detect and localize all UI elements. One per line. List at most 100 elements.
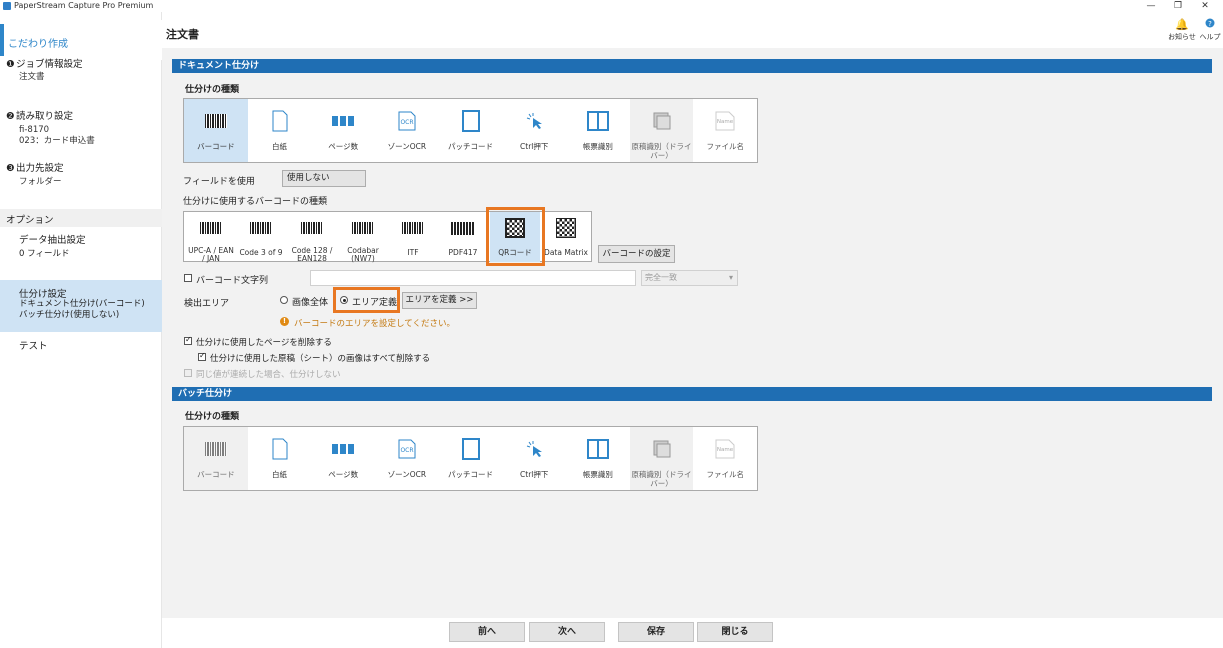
patch-code-icon xyxy=(461,108,480,134)
barcode-code128[interactable]: Code 128 / EAN128 xyxy=(286,212,338,263)
no-sort-same-checkbox[interactable] xyxy=(184,369,192,377)
barcode-string-input[interactable] xyxy=(310,270,636,286)
notify-label: お知らせ xyxy=(1168,33,1196,41)
type-label: 白紙 xyxy=(272,470,287,479)
type-label: ファイル名 xyxy=(706,142,744,151)
close-window-button[interactable]: ✕ xyxy=(1195,0,1215,12)
document-driver-icon xyxy=(653,108,671,134)
doc-sort-type-selector: バーコード 白紙 ページ数 OCR ゾーンOCR パッチコード Ctrl押下 帳票… xyxy=(183,98,758,163)
step-number: ❷ xyxy=(6,111,15,122)
close-button[interactable]: 閉じる xyxy=(697,622,773,642)
type-form-recognition[interactable]: 帳票識別 xyxy=(566,99,630,162)
barcode-type-heading: 仕分けに使用するバーコードの種類 xyxy=(183,197,328,207)
minimize-button[interactable]: — xyxy=(1141,0,1161,12)
doc-sort-type-heading: 仕分けの種類 xyxy=(185,85,240,95)
batch-type-form-recognition[interactable]: 帳票識別 xyxy=(566,427,630,490)
delete-page-checkbox[interactable] xyxy=(184,335,192,345)
type-zone-ocr[interactable]: OCR ゾーンOCR xyxy=(375,99,439,162)
page-count-icon xyxy=(332,108,355,134)
barcode-icon xyxy=(338,222,388,234)
type-label: パッチコード xyxy=(448,470,494,479)
batch-type-ctrl-press[interactable]: Ctrl押下 xyxy=(502,427,566,490)
pdf417-icon xyxy=(438,222,488,235)
sidebar: こだわり作成 ❶ジョブ情報設定 注文書 ❷読み取り設定 fi-8170 023：… xyxy=(0,12,162,648)
type-ctrl-press[interactable]: Ctrl押下 xyxy=(502,99,566,162)
type-label: ページ数 xyxy=(328,470,359,479)
page-title: 注文書 xyxy=(166,28,199,41)
sidebar-sub-text: 0 フィールド xyxy=(19,249,70,259)
barcode-datamatrix[interactable]: Data Matrix xyxy=(540,212,592,262)
batch-type-barcode[interactable]: バーコード xyxy=(184,427,248,490)
sidebar-item-data-extract[interactable]: データ抽出設定 xyxy=(19,235,86,247)
type-file-name[interactable]: Name ファイル名 xyxy=(693,99,757,162)
cursor-click-icon xyxy=(525,108,543,134)
barcode-icon xyxy=(186,222,236,234)
form-icon xyxy=(586,108,609,134)
batch-type-zone-ocr[interactable]: OCR ゾーンOCR xyxy=(375,427,439,490)
barcode-upc[interactable]: UPC-A / EAN / JAN xyxy=(186,212,236,263)
type-barcode[interactable]: バーコード xyxy=(184,99,248,162)
barcode-icon xyxy=(204,108,227,134)
sidebar-sub-text: 注文書 xyxy=(19,72,45,82)
svg-text:OCR: OCR xyxy=(400,119,413,126)
save-button[interactable]: 保存 xyxy=(618,622,694,642)
delete-all-images-label: 仕分けに使用した原稿（シート）の画像はすべて削除する xyxy=(210,354,431,364)
help-icon: ? xyxy=(1198,18,1222,32)
delete-all-images-checkbox[interactable] xyxy=(198,351,206,361)
sidebar-item-job-info[interactable]: ❶ジョブ情報設定 xyxy=(6,59,83,71)
sidebar-item-label: 仕分け設定 xyxy=(19,289,67,300)
barcode-icon xyxy=(388,222,438,234)
use-field-label: フィールドを使用 xyxy=(183,177,255,187)
step-number: ❸ xyxy=(6,163,15,174)
barcode-itf[interactable]: ITF xyxy=(388,212,438,262)
sidebar-item-custom-create[interactable]: こだわり作成 xyxy=(0,20,162,60)
notify-button[interactable]: 🔔 お知らせ xyxy=(1168,18,1196,42)
batch-type-blank-page[interactable]: 白紙 xyxy=(248,427,312,490)
batch-type-file-name[interactable]: Name ファイル名 xyxy=(693,427,757,490)
doc-sort-section-bar: ドキュメント仕分け xyxy=(172,59,1212,73)
type-label: バーコード xyxy=(197,470,235,479)
radio-whole-image-label: 画像全体 xyxy=(292,298,329,308)
app-icon xyxy=(3,2,11,10)
prev-button[interactable]: 前へ xyxy=(449,622,525,642)
barcode-settings-button[interactable]: バーコードの設定 xyxy=(598,245,675,263)
match-type-select[interactable]: 完全一致 ▾ xyxy=(641,270,738,286)
type-document-driver[interactable]: 原稿識別（ドライバー） xyxy=(629,99,694,162)
sidebar-item-sort-settings[interactable]: 仕分け設定 ドキュメント仕分け(バーコード) バッチ仕分け(使用しない) xyxy=(0,280,162,332)
batch-type-document-driver[interactable]: 原稿識別（ドライバー） xyxy=(629,427,694,490)
form-icon xyxy=(586,436,609,462)
sidebar-sub-text: fi-8170 xyxy=(19,125,50,135)
radio-whole-image[interactable] xyxy=(280,296,288,304)
sidebar-item-output[interactable]: ❸出力先設定 xyxy=(6,163,64,175)
type-label: 原稿識別（ドライバー） xyxy=(631,142,692,160)
barcode-label: PDF417 xyxy=(448,248,478,257)
type-label: ゾーンOCR xyxy=(387,142,427,151)
barcode-pdf417[interactable]: PDF417 xyxy=(438,212,488,262)
restore-button[interactable]: ❐ xyxy=(1168,0,1188,12)
barcode-code39[interactable]: Code 3 of 9 xyxy=(236,212,286,262)
help-button[interactable]: ? ヘルプ xyxy=(1198,18,1222,42)
type-patch-code[interactable]: パッチコード xyxy=(439,99,503,162)
ocr-icon: OCR xyxy=(397,436,417,462)
barcode-codabar[interactable]: Codabar (NW7) xyxy=(338,212,388,263)
type-label: パッチコード xyxy=(448,142,494,151)
svg-text:Name: Name xyxy=(717,119,734,125)
sidebar-item-label: 読み取り設定 xyxy=(16,111,74,122)
patch-code-icon xyxy=(461,436,480,462)
barcode-string-label: バーコード文字列 xyxy=(196,276,269,286)
batch-sort-section-bar: バッチ仕分け xyxy=(172,387,1212,401)
barcode-string-checkbox[interactable] xyxy=(184,274,192,282)
use-field-select[interactable]: 使用しない xyxy=(282,170,366,187)
chevron-down-icon: ▾ xyxy=(728,273,733,282)
options-header: オプション xyxy=(0,209,162,227)
area-define-highlight-frame xyxy=(333,287,400,313)
batch-type-page-count[interactable]: ページ数 xyxy=(311,427,375,490)
type-blank-page[interactable]: 白紙 xyxy=(248,99,312,162)
next-button[interactable]: 次へ xyxy=(529,622,605,642)
type-page-count[interactable]: ページ数 xyxy=(311,99,375,162)
sidebar-item-test[interactable]: テスト xyxy=(19,341,48,353)
batch-sort-type-selector: バーコード 白紙 ページ数 OCR ゾーンOCR パッチコード Ctrl押下 帳票… xyxy=(183,426,758,491)
define-area-button[interactable]: エリアを定義 >> xyxy=(402,292,477,309)
sidebar-item-scan-settings[interactable]: ❷読み取り設定 xyxy=(6,111,73,123)
batch-type-patch-code[interactable]: パッチコード xyxy=(439,427,503,490)
